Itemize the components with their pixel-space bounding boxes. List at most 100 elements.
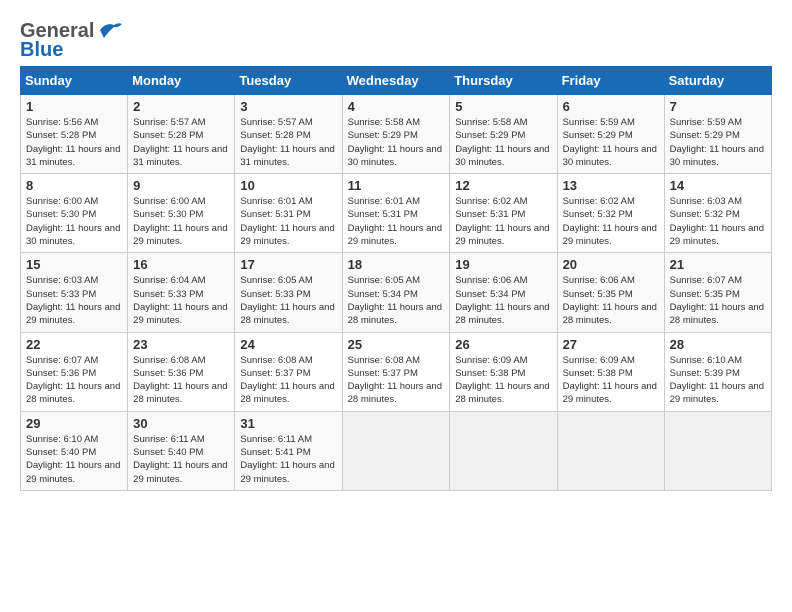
day-info: Sunrise: 6:01 AMSunset: 5:31 PMDaylight:…	[240, 195, 336, 248]
logo: General Blue	[20, 20, 124, 62]
day-info: Sunrise: 6:11 AMSunset: 5:41 PMDaylight:…	[240, 433, 336, 486]
day-info: Sunrise: 6:11 AMSunset: 5:40 PMDaylight:…	[133, 433, 229, 486]
calendar-day-cell: 21Sunrise: 6:07 AMSunset: 5:35 PMDayligh…	[664, 253, 771, 332]
calendar-day-cell: 20 Sunrise: 6:06 AMSunset: 5:35 PMDayligh…	[557, 253, 664, 332]
calendar-week-row: 1 Sunrise: 5:56 AMSunset: 5:28 PMDaylight…	[21, 95, 772, 174]
day-info: Sunrise: 5:59 AMSunset: 5:29 PMDaylight:…	[670, 116, 766, 169]
day-number: 15	[26, 257, 122, 272]
day-info: Sunrise: 5:58 AMSunset: 5:29 PMDaylight:…	[455, 116, 551, 169]
day-of-week-header: Thursday	[450, 67, 557, 95]
day-number: 31	[240, 416, 336, 431]
day-number: 25	[348, 337, 445, 352]
calendar-day-cell: 1 Sunrise: 5:56 AMSunset: 5:28 PMDaylight…	[21, 95, 128, 174]
day-number: 11	[348, 178, 445, 193]
calendar-table: SundayMondayTuesdayWednesdayThursdayFrid…	[20, 66, 772, 491]
day-of-week-header: Tuesday	[235, 67, 342, 95]
calendar-day-cell: 6 Sunrise: 5:59 AMSunset: 5:29 PMDaylight…	[557, 95, 664, 174]
day-number: 1	[26, 99, 122, 114]
calendar-day-cell: 14Sunrise: 6:03 AMSunset: 5:32 PMDayligh…	[664, 174, 771, 253]
day-number: 4	[348, 99, 445, 114]
calendar-day-cell: 29Sunrise: 6:10 AMSunset: 5:40 PMDayligh…	[21, 411, 128, 490]
calendar-day-cell: 25 Sunrise: 6:08 AMSunset: 5:37 PMDayligh…	[342, 332, 450, 411]
calendar-day-cell	[342, 411, 450, 490]
day-info: Sunrise: 6:10 AMSunset: 5:40 PMDaylight:…	[26, 433, 122, 486]
day-of-week-header: Friday	[557, 67, 664, 95]
day-of-week-header: Sunday	[21, 67, 128, 95]
day-number: 6	[563, 99, 659, 114]
day-of-week-header: Saturday	[664, 67, 771, 95]
day-of-week-header: Monday	[128, 67, 235, 95]
day-info: Sunrise: 6:09 AMSunset: 5:38 PMDaylight:…	[455, 354, 551, 407]
day-info: Sunrise: 5:57 AMSunset: 5:28 PMDaylight:…	[240, 116, 336, 169]
calendar-day-cell: 5 Sunrise: 5:58 AMSunset: 5:29 PMDaylight…	[450, 95, 557, 174]
calendar-week-row: 15 Sunrise: 6:03 AMSunset: 5:33 PMDayligh…	[21, 253, 772, 332]
day-info: Sunrise: 6:08 AMSunset: 5:37 PMDaylight:…	[348, 354, 445, 407]
calendar-day-cell: 24Sunrise: 6:08 AMSunset: 5:37 PMDayligh…	[235, 332, 342, 411]
day-number: 2	[133, 99, 229, 114]
day-info: Sunrise: 6:10 AMSunset: 5:39 PMDaylight:…	[670, 354, 766, 407]
day-info: Sunrise: 6:05 AMSunset: 5:33 PMDaylight:…	[240, 274, 336, 327]
calendar-day-cell: 15 Sunrise: 6:03 AMSunset: 5:33 PMDayligh…	[21, 253, 128, 332]
day-info: Sunrise: 6:08 AMSunset: 5:36 PMDaylight:…	[133, 354, 229, 407]
calendar-day-cell: 16Sunrise: 6:04 AMSunset: 5:33 PMDayligh…	[128, 253, 235, 332]
day-info: Sunrise: 5:59 AMSunset: 5:29 PMDaylight:…	[563, 116, 659, 169]
logo-text: General Blue	[20, 20, 124, 62]
day-info: Sunrise: 6:02 AMSunset: 5:32 PMDaylight:…	[563, 195, 659, 248]
day-info: Sunrise: 6:08 AMSunset: 5:37 PMDaylight:…	[240, 354, 336, 407]
calendar-day-cell	[557, 411, 664, 490]
day-info: Sunrise: 6:07 AMSunset: 5:36 PMDaylight:…	[26, 354, 122, 407]
day-info: Sunrise: 6:06 AMSunset: 5:34 PMDaylight:…	[455, 274, 551, 327]
day-number: 5	[455, 99, 551, 114]
day-number: 17	[240, 257, 336, 272]
calendar-day-cell: 19 Sunrise: 6:06 AMSunset: 5:34 PMDayligh…	[450, 253, 557, 332]
calendar-day-cell: 4 Sunrise: 5:58 AMSunset: 5:29 PMDaylight…	[342, 95, 450, 174]
day-info: Sunrise: 6:02 AMSunset: 5:31 PMDaylight:…	[455, 195, 551, 248]
day-info: Sunrise: 6:00 AMSunset: 5:30 PMDaylight:…	[26, 195, 122, 248]
calendar-day-cell: 17 Sunrise: 6:05 AMSunset: 5:33 PMDayligh…	[235, 253, 342, 332]
calendar-day-cell	[664, 411, 771, 490]
day-number: 7	[670, 99, 766, 114]
day-number: 13	[563, 178, 659, 193]
day-number: 8	[26, 178, 122, 193]
calendar-day-cell: 11 Sunrise: 6:01 AMSunset: 5:31 PMDayligh…	[342, 174, 450, 253]
calendar-day-cell: 18 Sunrise: 6:05 AMSunset: 5:34 PMDayligh…	[342, 253, 450, 332]
day-info: Sunrise: 6:01 AMSunset: 5:31 PMDaylight:…	[348, 195, 445, 248]
day-info: Sunrise: 5:58 AMSunset: 5:29 PMDaylight:…	[348, 116, 445, 169]
calendar-day-cell: 8 Sunrise: 6:00 AMSunset: 5:30 PMDaylight…	[21, 174, 128, 253]
calendar-day-cell: 30 Sunrise: 6:11 AMSunset: 5:40 PMDayligh…	[128, 411, 235, 490]
day-number: 16	[133, 257, 229, 272]
calendar-day-cell: 7 Sunrise: 5:59 AMSunset: 5:29 PMDaylight…	[664, 95, 771, 174]
calendar-day-cell: 22 Sunrise: 6:07 AMSunset: 5:36 PMDayligh…	[21, 332, 128, 411]
calendar-day-cell: 28 Sunrise: 6:10 AMSunset: 5:39 PMDayligh…	[664, 332, 771, 411]
calendar-day-cell: 13 Sunrise: 6:02 AMSunset: 5:32 PMDayligh…	[557, 174, 664, 253]
calendar-day-cell: 23 Sunrise: 6:08 AMSunset: 5:36 PMDayligh…	[128, 332, 235, 411]
day-number: 28	[670, 337, 766, 352]
day-number: 18	[348, 257, 445, 272]
day-info: Sunrise: 5:56 AMSunset: 5:28 PMDaylight:…	[26, 116, 122, 169]
day-number: 22	[26, 337, 122, 352]
day-number: 19	[455, 257, 551, 272]
day-number: 20	[563, 257, 659, 272]
calendar-week-row: 8 Sunrise: 6:00 AMSunset: 5:30 PMDaylight…	[21, 174, 772, 253]
day-number: 9	[133, 178, 229, 193]
logo-bird-icon	[96, 20, 124, 40]
day-info: Sunrise: 6:03 AMSunset: 5:32 PMDaylight:…	[670, 195, 766, 248]
calendar-day-cell: 31 Sunrise: 6:11 AMSunset: 5:41 PMDayligh…	[235, 411, 342, 490]
calendar-week-row: 22 Sunrise: 6:07 AMSunset: 5:36 PMDayligh…	[21, 332, 772, 411]
day-info: Sunrise: 6:06 AMSunset: 5:35 PMDaylight:…	[563, 274, 659, 327]
day-number: 30	[133, 416, 229, 431]
day-number: 26	[455, 337, 551, 352]
day-info: Sunrise: 6:03 AMSunset: 5:33 PMDaylight:…	[26, 274, 122, 327]
day-number: 23	[133, 337, 229, 352]
day-number: 21	[670, 257, 766, 272]
calendar-day-cell: 3 Sunrise: 5:57 AMSunset: 5:28 PMDaylight…	[235, 95, 342, 174]
day-of-week-header: Wednesday	[342, 67, 450, 95]
calendar-day-cell: 2Sunrise: 5:57 AMSunset: 5:28 PMDaylight…	[128, 95, 235, 174]
calendar-header-row: SundayMondayTuesdayWednesdayThursdayFrid…	[21, 67, 772, 95]
logo-blue: Blue	[20, 39, 63, 61]
day-number: 12	[455, 178, 551, 193]
day-number: 3	[240, 99, 336, 114]
day-number: 27	[563, 337, 659, 352]
calendar-day-cell: 10Sunrise: 6:01 AMSunset: 5:31 PMDayligh…	[235, 174, 342, 253]
day-info: Sunrise: 6:05 AMSunset: 5:34 PMDaylight:…	[348, 274, 445, 327]
